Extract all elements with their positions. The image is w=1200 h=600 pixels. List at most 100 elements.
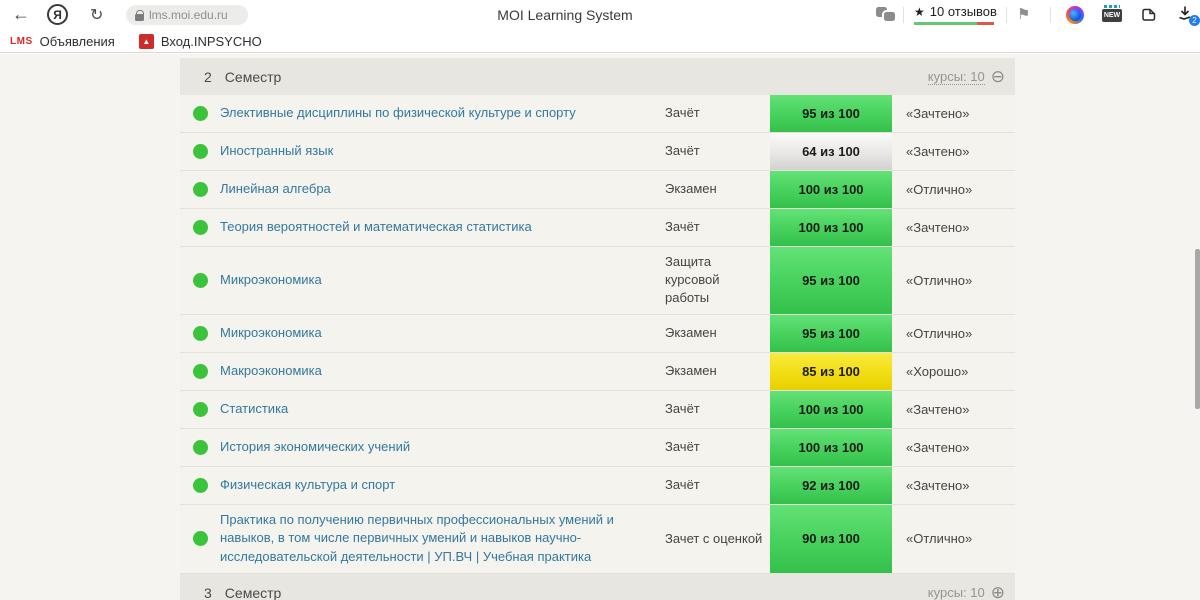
course-link[interactable]: Статистика: [220, 400, 288, 419]
bookmark-flag-icon[interactable]: ⚑: [1017, 5, 1030, 23]
score-value: 95 из 100: [802, 272, 860, 288]
toolbar-divider: [1050, 7, 1051, 23]
semester-number: 3: [204, 584, 212, 600]
grade-label: «Зачтено»: [906, 401, 970, 417]
scrollbar-thumb[interactable]: [1195, 249, 1200, 409]
grade-cell: «Отлично»: [892, 315, 1015, 352]
feedback-bubbles-icon[interactable]: [876, 7, 895, 23]
status-dot-icon: [192, 531, 208, 547]
rating-positive-segment: [914, 22, 977, 25]
semester-2-header: 2 Семестр курсы: 10 ⊖: [180, 58, 1015, 95]
grade-label: «Отлично»: [906, 272, 973, 288]
assessment-type-cell: Зачёт: [665, 133, 770, 170]
course-name-cell: История экономических учений: [220, 429, 665, 466]
grade-cell: «Зачтено»: [892, 467, 1015, 504]
course-name-cell: Элективные дисциплины по физической куль…: [220, 95, 665, 132]
grade-label: «Отлично»: [906, 325, 973, 341]
assessment-type-label: Зачет с оценкой: [665, 530, 763, 546]
course-row: Статистика Зачёт 100 из 100 «Зачтено»: [180, 390, 1015, 429]
assessment-type-cell: Зачёт: [665, 429, 770, 466]
course-status-cell: [180, 209, 220, 246]
course-status-cell: [180, 315, 220, 352]
new-icon-label: NEW: [1102, 9, 1122, 22]
score-badge: 100 из 100: [770, 171, 892, 208]
course-rows: Элективные дисциплины по физической куль…: [180, 95, 1015, 575]
course-name-cell: Линейная алгебра: [220, 171, 665, 208]
score-value: 95 из 100: [802, 106, 860, 121]
score-value: 92 из 100: [802, 477, 860, 493]
course-link[interactable]: Иностранный язык: [220, 142, 333, 161]
grade-label: «Зачтено»: [906, 477, 970, 493]
courses-count-link[interactable]: курсы: 10: [927, 585, 985, 600]
semester-number: 2: [204, 68, 212, 85]
score-value: 100 из 100: [798, 220, 864, 235]
course-name-cell: Практика по получению первичных професси…: [220, 505, 665, 574]
score-badge: 95 из 100: [770, 247, 892, 314]
status-dot-icon: [192, 272, 208, 288]
new-extension-icon[interactable]: NEW: [1102, 5, 1122, 22]
status-dot-icon: [192, 401, 208, 417]
status-dot-icon: [192, 477, 208, 493]
course-link[interactable]: История экономических учений: [220, 438, 410, 457]
score-badge: 64 из 100: [770, 133, 892, 170]
assessment-type-label: Экзамен: [665, 181, 717, 197]
assessment-type-label: Защита курсовой работы: [665, 254, 720, 306]
course-link[interactable]: Теория вероятностей и математическая ста…: [220, 218, 532, 237]
grade-cell: «Зачтено»: [892, 133, 1015, 170]
assessment-type-label: Экзамен: [665, 324, 717, 340]
grade-label: «Зачтено»: [906, 220, 970, 235]
assessment-type-cell: Зачёт: [665, 467, 770, 504]
course-row: Линейная алгебра Экзамен 100 из 100 «Отл…: [180, 171, 1015, 209]
bookmark-item-inpsycho[interactable]: ▲ Вход.INPSYCHO: [138, 33, 262, 49]
reviews-rating-bar: [914, 22, 994, 25]
assessment-type-label: Зачёт: [665, 400, 700, 416]
grade-cell: «Отлично»: [892, 505, 1015, 574]
assessment-type-label: Зачёт: [665, 476, 700, 492]
downloads-icon[interactable]: 2: [1177, 5, 1200, 26]
assessment-type-cell: Зачёт: [665, 95, 770, 132]
expand-semester-button[interactable]: ⊕: [991, 584, 1005, 600]
grade-label: «Зачтено»: [906, 439, 970, 455]
bookmark-label: Объявления: [39, 33, 115, 49]
toolbar-divider: [903, 7, 904, 23]
grade-label: «Хорошо»: [906, 363, 969, 379]
assessment-type-cell: Защита курсовой работы: [665, 247, 770, 314]
star-icon: ★: [914, 4, 925, 19]
screen: ← Я ↻ lms.moi.edu.ru MOI Learning System…: [0, 0, 1200, 600]
course-link[interactable]: Микроэкономика: [220, 324, 322, 343]
course-row: История экономических учений Зачёт 100 и…: [180, 428, 1015, 467]
course-link[interactable]: Физическая культура и спорт: [220, 476, 395, 495]
grade-cell: «Зачтено»: [892, 391, 1015, 428]
score-badge: 100 из 100: [770, 428, 892, 466]
course-row: Теория вероятностей и математическая ста…: [180, 209, 1015, 247]
course-link[interactable]: Макроэкономика: [220, 362, 322, 381]
collapse-semester-button[interactable]: ⊖: [991, 68, 1005, 85]
semester-title: Семестр: [224, 68, 282, 85]
extension-orb-icon[interactable]: [1066, 6, 1084, 24]
site-reviews-button[interactable]: ★ 10 отзывов: [914, 4, 997, 25]
course-name-cell: Теория вероятностей и математическая ста…: [220, 209, 665, 246]
course-link[interactable]: Практика по получению первичных професси…: [220, 511, 653, 568]
courses-count-link[interactable]: курсы: 10: [927, 69, 985, 85]
course-name-cell: Иностранный язык: [220, 133, 665, 170]
grade-label: «Зачтено»: [906, 106, 970, 121]
assessment-type-cell: Зачет с оценкой: [665, 505, 770, 574]
bookmark-item-announcements[interactable]: LMS Объявления: [10, 34, 115, 49]
course-link[interactable]: Линейная алгебра: [220, 180, 331, 199]
tag-extension-icon[interactable]: [1140, 6, 1158, 24]
bookmarks-bar: LMS Объявления ▲ Вход.INPSYCHO: [0, 30, 1200, 53]
assessment-type-cell: Экзамен: [665, 315, 770, 352]
course-status-cell: [180, 429, 220, 466]
status-dot-icon: [192, 220, 208, 235]
rating-negative-segment: [977, 22, 994, 25]
status-dot-icon: [192, 363, 208, 379]
course-link[interactable]: Микроэкономика: [220, 271, 322, 290]
grade-cell: «Зачтено»: [892, 95, 1015, 132]
grade-label: «Зачтено»: [906, 144, 970, 159]
score-badge: 100 из 100: [770, 390, 892, 428]
course-row: Элективные дисциплины по физической куль…: [180, 95, 1015, 133]
semester-3-header: 3 Семестр курсы: 10 ⊕: [180, 574, 1015, 600]
semester-title: Семестр: [224, 584, 282, 600]
course-row: Практика по получению первичных професси…: [180, 504, 1015, 575]
course-link[interactable]: Элективные дисциплины по физической куль…: [220, 104, 576, 123]
